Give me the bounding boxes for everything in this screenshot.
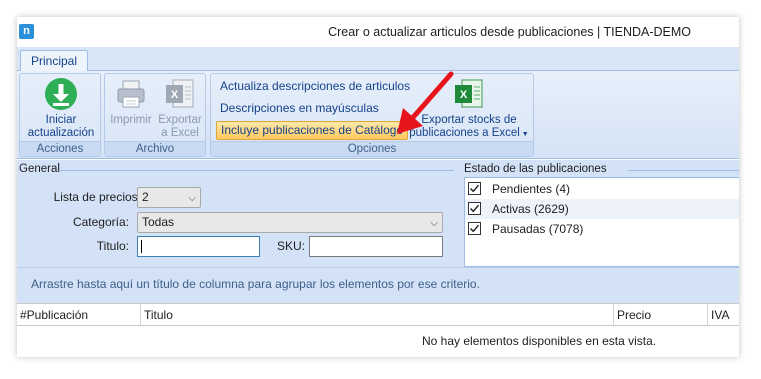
grid-body: No hay elementos disponibles en esta vis…	[17, 326, 739, 357]
empty-grid-message: No hay elementos disponibles en esta vis…	[422, 334, 657, 348]
categoria-value: Todas	[142, 215, 175, 229]
iniciar-label-line1: Iniciar	[45, 114, 77, 126]
sku-label: SKU:	[276, 239, 305, 253]
ribbon-group-opciones: Actualiza descripciones de articulos Des…	[210, 73, 534, 157]
imprimir-label: Imprimir	[110, 114, 152, 126]
checkmark-icon	[470, 204, 480, 213]
estado-item-pausadas[interactable]: Pausadas (7078)	[465, 219, 739, 239]
categoria-label: Categoría:	[72, 215, 129, 229]
lista-precios-label: Lista de precios:	[53, 190, 141, 204]
ribbon: Iniciar actualización Acciones Imprimir	[17, 71, 739, 159]
estado-section-title: Estado de las publicaciones	[464, 163, 607, 175]
general-section-title: General	[19, 163, 60, 175]
actualiza-descripciones-button[interactable]: Actualiza descripciones de articulos	[216, 77, 414, 96]
descripciones-mayusculas-button[interactable]: Descripciones en mayúsculas	[216, 99, 383, 118]
titulo-input[interactable]	[137, 236, 260, 257]
iniciar-actualizacion-button[interactable]: Iniciar actualización	[20, 77, 102, 140]
window-title: Crear o actualizar articulos desde publi…	[328, 25, 691, 39]
iniciar-label-line2: actualización	[27, 127, 95, 139]
categoria-select[interactable]: Todas ⌵	[137, 212, 443, 233]
column-header-precio[interactable]: Precio	[614, 304, 708, 326]
title-bar: n Crear o actualizar articulos desde pub…	[17, 17, 739, 47]
dropdown-arrow-icon: ▼	[519, 131, 529, 138]
estado-item-pendientes[interactable]: Pendientes (4)	[465, 179, 739, 199]
exportar-excel-button[interactable]: X Exportar a Excel	[155, 77, 205, 140]
estado-divider	[628, 170, 739, 171]
tab-principal[interactable]: Principal	[20, 50, 88, 72]
imprimir-button[interactable]: Imprimir	[107, 77, 155, 127]
ribbon-group-archivo: Imprimir X Exportar a Excel Archivo	[104, 73, 206, 157]
grid-header: #Publicación Titulo Precio IVA	[17, 303, 739, 326]
group-label-opciones: Opciones	[211, 141, 533, 156]
lista-precios-value: 2	[142, 190, 149, 204]
group-label-archivo: Archivo	[105, 141, 205, 156]
group-label-acciones: Acciones	[20, 141, 100, 156]
exportar-label-line1: Exportar	[158, 114, 202, 126]
incluye-catalogo-button[interactable]: Incluye publicaciones de Catálogo	[216, 121, 409, 140]
estado-label-pausadas: Pausadas (7078)	[492, 222, 584, 236]
checkbox-activas[interactable]	[468, 202, 481, 215]
chevron-down-icon: ⌵	[188, 193, 196, 204]
excel-icon-disabled: X	[163, 77, 197, 111]
checkmark-icon	[470, 224, 480, 233]
checkmark-icon	[470, 184, 480, 193]
ribbon-tabstrip: Principal	[17, 47, 739, 72]
column-header-iva[interactable]: IVA	[708, 304, 739, 326]
general-divider	[59, 170, 454, 171]
chevron-down-icon: ⌵	[430, 218, 438, 229]
printer-icon	[114, 77, 148, 111]
group-by-hint: Arrastre hasta aquí un título de columna…	[31, 277, 480, 291]
svg-text:X: X	[460, 89, 468, 101]
download-icon	[44, 77, 78, 111]
exportar-label-line2: a Excel	[161, 127, 199, 139]
ribbon-group-acciones: Iniciar actualización Acciones	[19, 73, 101, 157]
main-window: n Crear o actualizar articulos desde pub…	[17, 17, 739, 357]
estado-label-activas: Activas (2629)	[492, 202, 569, 216]
checkbox-pendientes[interactable]	[468, 182, 481, 195]
filter-area: General Lista de precios: 2 ⌵ Categoría:…	[17, 160, 739, 267]
titulo-label: Titulo:	[96, 239, 129, 253]
sku-input[interactable]	[309, 236, 443, 257]
estado-label-pendientes: Pendientes (4)	[492, 182, 571, 196]
text-caret	[141, 240, 142, 253]
estado-list: Pendientes (4) Activas (2629) Pausadas (…	[464, 177, 739, 267]
svg-text:X: X	[171, 89, 179, 101]
red-arrow-annotation-icon	[397, 71, 454, 134]
lista-precios-select[interactable]: 2 ⌵	[137, 187, 201, 208]
checkbox-pausadas[interactable]	[468, 222, 481, 235]
app-logo: n	[19, 24, 34, 39]
column-header-titulo[interactable]: Titulo	[141, 304, 614, 326]
column-header-publicacion[interactable]: #Publicación	[17, 304, 141, 326]
group-by-panel[interactable]: Arrastre hasta aquí un título de columna…	[17, 267, 739, 303]
estado-item-activas[interactable]: Activas (2629)	[465, 199, 739, 219]
